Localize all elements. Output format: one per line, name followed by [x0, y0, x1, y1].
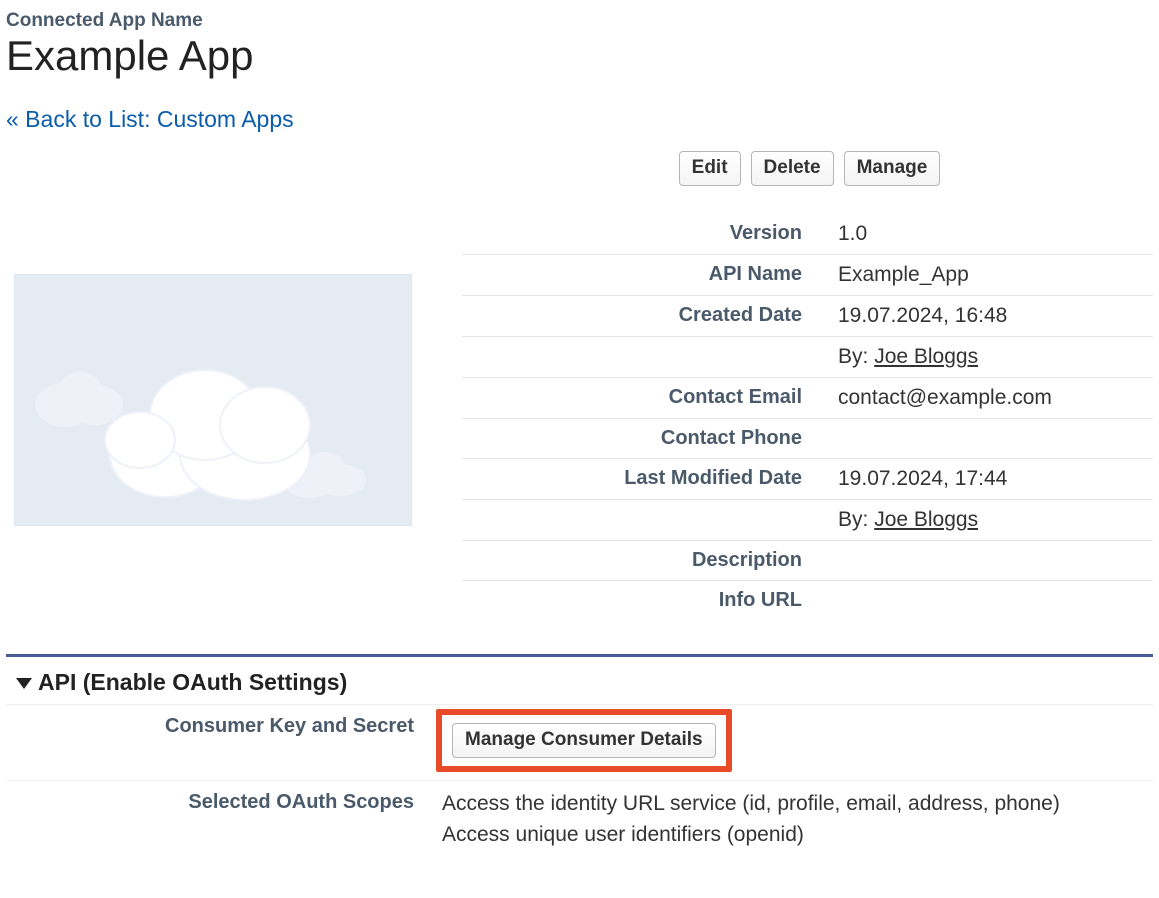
description-label: Description — [462, 541, 832, 581]
table-row: Description — [462, 541, 1153, 581]
delete-button[interactable]: Delete — [751, 151, 834, 186]
table-row: Contact Email contact@example.com — [462, 378, 1153, 419]
consumer-key-label: Consumer Key and Secret — [6, 705, 436, 748]
version-label: Version — [462, 214, 832, 255]
app-detail-table: Version 1.0 API Name Example_App Created… — [462, 214, 1153, 620]
table-row: Info URL — [462, 581, 1153, 621]
api-name-value: Example_App — [832, 255, 1153, 296]
version-value: 1.0 — [832, 214, 1153, 255]
selected-scopes-row: Selected OAuth Scopes Access the identit… — [6, 780, 1153, 858]
last-modified-by-value: By: Joe Bloggs — [832, 500, 1153, 541]
oauth-section-title: API (Enable OAuth Settings) — [38, 669, 347, 696]
connected-app-name-label: Connected App Name — [6, 10, 1153, 32]
last-modified-label: Last Modified Date — [462, 459, 832, 500]
contact-email-label: Contact Email — [462, 378, 832, 419]
edit-button[interactable]: Edit — [679, 151, 741, 186]
table-row: Contact Phone — [462, 419, 1153, 459]
last-modified-by-prefix: By: — [838, 508, 874, 531]
created-date-label: Created Date — [462, 296, 832, 337]
oauth-section-header[interactable]: API (Enable OAuth Settings) — [6, 667, 1153, 704]
app-logo-placeholder — [14, 274, 412, 526]
selected-scopes-label: Selected OAuth Scopes — [6, 781, 436, 824]
page-title: Example App — [6, 32, 1153, 80]
table-row: Version 1.0 — [462, 214, 1153, 255]
created-date-value: 19.07.2024, 16:48 — [832, 296, 1153, 337]
collapse-icon — [16, 678, 32, 689]
contact-phone-label: Contact Phone — [462, 419, 832, 459]
info-url-value — [832, 581, 1153, 621]
last-modified-by-link[interactable]: Joe Bloggs — [874, 508, 978, 531]
oauth-scope-item: Access unique user identifiers (openid) — [442, 820, 1147, 850]
last-modified-value: 19.07.2024, 17:44 — [832, 459, 1153, 500]
table-row: API Name Example_App — [462, 255, 1153, 296]
table-row: By: Joe Bloggs — [462, 337, 1153, 378]
api-name-label: API Name — [462, 255, 832, 296]
empty-label — [462, 337, 832, 378]
description-value — [832, 541, 1153, 581]
highlight-border: Manage Consumer Details — [436, 709, 732, 772]
oauth-scope-item: Access the identity URL service (id, pro… — [442, 789, 1147, 819]
section-divider — [6, 654, 1153, 657]
manage-consumer-details-button[interactable]: Manage Consumer Details — [452, 723, 716, 758]
manage-button[interactable]: Manage — [844, 151, 941, 186]
back-to-list-link[interactable]: « Back to List: Custom Apps — [6, 106, 294, 133]
created-by-link[interactable]: Joe Bloggs — [874, 345, 978, 368]
action-toolbar: Edit Delete Manage — [466, 151, 1153, 186]
contact-email-value: contact@example.com — [832, 378, 1153, 419]
info-url-label: Info URL — [462, 581, 832, 621]
created-by-prefix: By: — [838, 345, 874, 368]
empty-label — [462, 500, 832, 541]
contact-phone-value — [832, 419, 1153, 459]
cloud-icon — [85, 345, 345, 515]
table-row: Last Modified Date 19.07.2024, 17:44 — [462, 459, 1153, 500]
created-by-value: By: Joe Bloggs — [832, 337, 1153, 378]
consumer-key-row: Consumer Key and Secret Manage Consumer … — [6, 704, 1153, 780]
table-row: By: Joe Bloggs — [462, 500, 1153, 541]
selected-scopes-value: Access the identity URL service (id, pro… — [436, 781, 1153, 858]
table-row: Created Date 19.07.2024, 16:48 — [462, 296, 1153, 337]
